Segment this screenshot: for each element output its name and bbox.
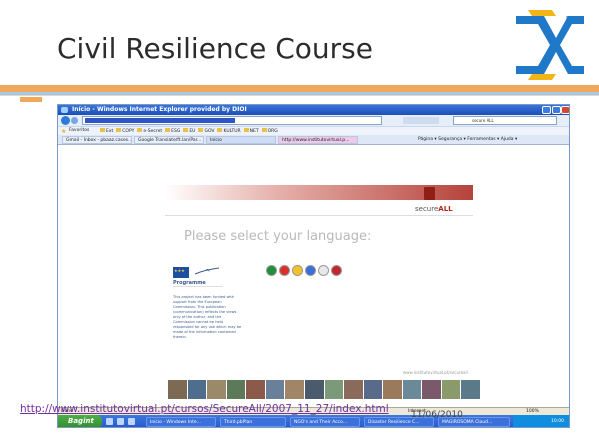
address-row: secure ALL xyxy=(58,115,569,126)
tab-row: Gmail - Inbox - pbaaz.cases... Google Tr… xyxy=(58,135,569,145)
zoom-level[interactable]: 100% xyxy=(526,409,539,414)
drs-logo: DRS xyxy=(516,10,584,80)
favorites-folder[interactable]: Ext xyxy=(100,128,113,134)
flag-icon[interactable] xyxy=(318,265,329,276)
quick-launch xyxy=(106,418,135,425)
photo-thumbnail xyxy=(187,380,207,399)
photo-thumbnail xyxy=(207,380,226,399)
favorites-folder[interactable]: ORG xyxy=(262,128,278,134)
flag-icon[interactable] xyxy=(279,265,290,276)
taskbar-button[interactable]: Início - Windows Inte... xyxy=(146,417,216,427)
flag-icon[interactable] xyxy=(266,265,277,276)
close-button[interactable] xyxy=(561,106,569,114)
minimize-button[interactable] xyxy=(542,106,551,114)
photo-thumbnail xyxy=(422,380,441,399)
favorites-folders: Ext COPY e-Secret ESG EU GOV KULTUR NET … xyxy=(100,128,278,134)
flag-icon[interactable] xyxy=(292,265,303,276)
favorites-bar: ★ Favoritos Ext COPY e-Secret ESG EU GOV… xyxy=(58,126,569,135)
favorites-folder[interactable]: COPY xyxy=(116,128,134,134)
photo-thumbnail xyxy=(265,380,285,399)
photo-thumbnail xyxy=(344,380,363,399)
maximize-button[interactable] xyxy=(552,106,561,114)
start-label: Bagint xyxy=(68,417,94,425)
photo-thumbnail xyxy=(168,380,187,399)
plane-icon xyxy=(194,267,220,275)
logo-text: DRS xyxy=(566,16,581,23)
photo-thumbnail xyxy=(383,380,402,399)
brand-suffix: ALL xyxy=(438,205,453,213)
photo-thumbnail xyxy=(285,380,304,399)
divider xyxy=(173,286,223,287)
favorites-folder[interactable]: KULTUR xyxy=(217,128,240,134)
favorites-folder[interactable]: ESG xyxy=(165,128,180,134)
system-tray: 10:00 xyxy=(513,415,569,427)
favorites-folder[interactable]: e-Secret xyxy=(137,128,162,134)
window-titlebar: Início - Windows Internet Explorer provi… xyxy=(58,105,569,115)
title-accent-bar xyxy=(0,85,599,92)
start-button[interactable]: Bagint xyxy=(58,415,102,427)
taskbar-button[interactable]: NGO's and Their Acco... xyxy=(290,417,360,427)
photo-thumbnail xyxy=(246,380,265,399)
photo-thumbnail xyxy=(461,380,480,399)
secureall-logo: secureALL xyxy=(415,205,453,213)
accent-block xyxy=(20,97,42,102)
address-bar[interactable] xyxy=(82,116,382,125)
back-icon[interactable] xyxy=(61,116,70,125)
photo-strip xyxy=(168,380,480,399)
quicklaunch-icon[interactable] xyxy=(106,418,113,425)
language-flags xyxy=(266,265,342,276)
eu-flag-icon xyxy=(173,267,189,278)
taskbar-button[interactable]: Third.pbPlan xyxy=(220,417,286,427)
quicklaunch-icon[interactable] xyxy=(128,418,135,425)
quicklaunch-icon[interactable] xyxy=(117,418,124,425)
windows-taskbar: Bagint Início - Windows Inte... Third.pb… xyxy=(58,415,569,427)
favorites-star-icon[interactable]: ★ xyxy=(61,128,66,135)
command-bar[interactable]: Página ▾ Segurança ▾ Ferramentas ▾ Ajuda… xyxy=(418,137,517,142)
tab-institutovirtual[interactable]: http://www.institutovirtual.p... xyxy=(278,136,358,144)
browser-screenshot: Início - Windows Internet Explorer provi… xyxy=(57,104,570,428)
tab-gmail[interactable]: Gmail - Inbox - pbaaz.cases... xyxy=(62,136,132,144)
search-input[interactable]: secure ALL xyxy=(453,116,557,125)
footer-url-link[interactable]: http://www.institutovirtual.pt/cursos/Se… xyxy=(20,402,389,416)
divider xyxy=(0,95,599,96)
favorites-label[interactable]: Favoritos xyxy=(69,128,89,133)
brand-prefix: secure xyxy=(415,205,439,213)
flag-icon[interactable] xyxy=(331,265,342,276)
forward-icon[interactable] xyxy=(71,117,78,124)
window-title: Início - Windows Internet Explorer provi… xyxy=(72,106,247,113)
book-icon xyxy=(424,187,435,200)
favorites-folder[interactable]: GOV xyxy=(198,128,214,134)
search-text: secure ALL xyxy=(472,118,494,123)
favorites-folder[interactable]: EU xyxy=(183,128,195,134)
favorites-folder[interactable]: NET xyxy=(244,128,259,134)
refresh-stop-buttons[interactable] xyxy=(403,117,439,124)
photo-thumbnail xyxy=(402,380,422,399)
tab-inicio[interactable]: Início xyxy=(206,136,276,144)
disclaimer-text: This project has been funded with suppor… xyxy=(173,295,242,339)
photo-thumbnail xyxy=(324,380,344,399)
clock: 10:00 xyxy=(551,419,564,424)
language-prompt: Please select your language: xyxy=(184,229,372,244)
tab-google-translate[interactable]: Google Translate/ft.lan/Par... xyxy=(134,136,204,144)
photo-thumbnail xyxy=(363,380,383,399)
flag-icon[interactable] xyxy=(305,265,316,276)
address-selection xyxy=(85,118,235,123)
photo-thumbnail xyxy=(441,380,461,399)
page-content: secureALL Please select your language: P… xyxy=(58,145,569,409)
photo-thumbnail xyxy=(304,380,324,399)
slide-date: 11/06/2010 xyxy=(411,410,463,420)
photo-thumbnail xyxy=(226,380,246,399)
divider xyxy=(165,215,473,216)
ie-icon xyxy=(61,107,68,113)
slide-title: Civil Resilience Course xyxy=(57,32,373,65)
site-link[interactable]: www.institutovirtual.pt/secureall xyxy=(403,370,468,375)
